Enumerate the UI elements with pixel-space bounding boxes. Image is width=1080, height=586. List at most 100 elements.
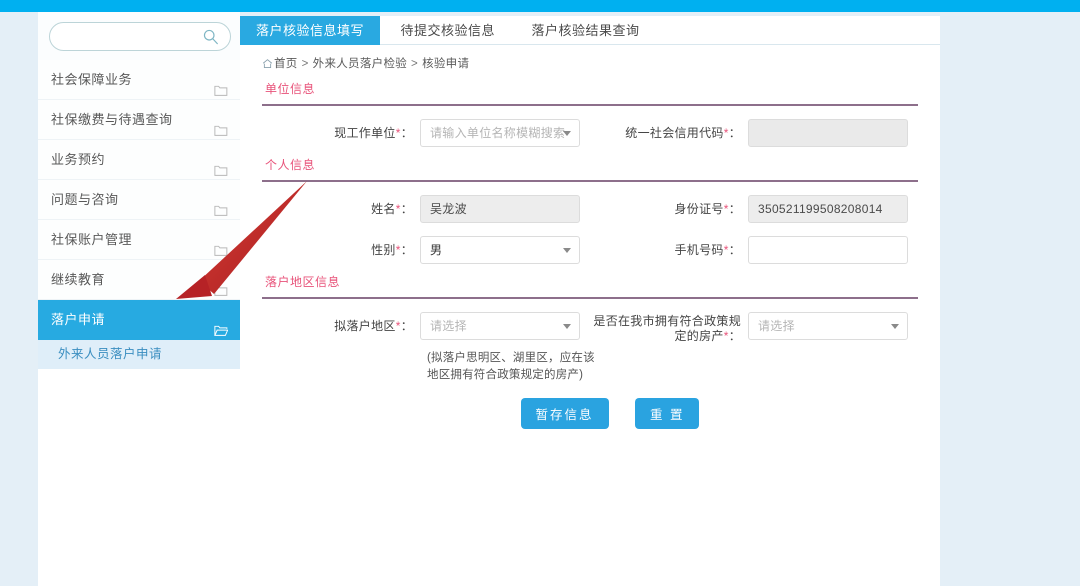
form-field-current-employer: 现工作单位*： 请输入单位名称模糊搜索 — [262, 119, 590, 147]
sidebar-item-continuing-education[interactable]: 继续教育 — [38, 260, 240, 300]
form-field-unified-social-credit-code: 统一社会信用代码*： — [590, 119, 918, 147]
folder-icon — [214, 153, 228, 176]
sidebar-inner: 社会保障业务 社保缴费与待遇查询 业务预约 问题与咨询 社保账户管理 继续教育 … — [38, 12, 240, 586]
sidebar-search-area — [38, 12, 240, 60]
reset-button[interactable]: 重 置 — [634, 398, 700, 429]
sidebar-item-payment-benefits-query[interactable]: 社保缴费与待遇查询 — [38, 100, 240, 140]
field-label-text: 现工作单位 — [334, 126, 396, 140]
field-label-text: 姓名 — [371, 202, 396, 216]
field-label: 身份证号*： — [590, 195, 748, 223]
form-row: 拟落户地区*： 请选择 是否在我市拥有符合政策规定的房产*： 请选择 — [262, 312, 918, 344]
owns-qualifying-property-value: 请选择 — [758, 319, 795, 333]
owns-qualifying-property-select[interactable]: 请选择 — [748, 312, 908, 340]
id-number-input: 350521199508208014 — [748, 195, 908, 223]
tab-label: 落户核验信息填写 — [256, 23, 365, 38]
form-region-info: 拟落户地区*： 请选择 是否在我市拥有符合政策规定的房产*： 请选择 (拟落户思… — [240, 312, 940, 429]
section-divider — [262, 297, 918, 299]
sidebar-subitem-foreign-settlement-application[interactable]: 外来人员落户申请 — [38, 340, 240, 369]
form-field-gender: 性别*： 男 — [262, 236, 590, 264]
folder-icon — [214, 73, 228, 96]
chevron-down-icon — [891, 324, 899, 329]
sidebar-item-label: 社会保障业务 — [51, 72, 133, 87]
field-label-text: 性别 — [371, 243, 396, 257]
chevron-down-icon — [563, 131, 571, 136]
label-colon: ： — [400, 319, 413, 333]
id-number-value: 350521199508208014 — [758, 202, 883, 216]
section-title-region-info: 落户地区信息 — [265, 275, 341, 289]
folder-open-icon — [214, 313, 229, 336]
form-row: 姓名*： 吴龙波 身份证号*： 350521199508208014 — [262, 195, 918, 223]
label-colon: ： — [728, 202, 741, 216]
field-label: 性别*： — [262, 236, 420, 264]
tab-label: 落户核验结果查询 — [531, 23, 640, 38]
sidebar-item-account-management[interactable]: 社保账户管理 — [38, 220, 240, 260]
breadcrumb-item-foreign-settlement-verification[interactable]: 外来人员落户检验 — [313, 58, 407, 70]
intended-region-value: 请选择 — [430, 319, 467, 333]
sidebar-subitem-label: 外来人员落户申请 — [58, 347, 163, 361]
gender-select[interactable]: 男 — [420, 236, 580, 264]
form-company-info: 现工作单位*： 请输入单位名称模糊搜索 统一社会信用代码*： — [240, 119, 940, 147]
label-colon: ： — [728, 243, 741, 257]
tab-bar: 落户核验信息填写 待提交核验信息 落户核验结果查询 — [240, 16, 940, 45]
field-label-text: 手机号码 — [674, 243, 724, 257]
label-colon: ： — [728, 126, 741, 140]
field-label-text: 是否在我市拥有符合政策规定的房产 — [593, 314, 741, 343]
field-label: 手机号码*： — [590, 236, 748, 264]
folder-icon — [214, 193, 228, 216]
tab-fill-verification-info[interactable]: 落户核验信息填写 — [240, 16, 381, 45]
field-label-text: 统一社会信用代码 — [625, 126, 724, 140]
tab-pending-submission[interactable]: 待提交核验信息 — [384, 16, 511, 45]
current-employer-value: 请输入单位名称模糊搜索 — [430, 126, 566, 140]
current-employer-select[interactable]: 请输入单位名称模糊搜索 — [420, 119, 580, 147]
sidebar-item-label: 业务预约 — [51, 152, 106, 167]
sidebar-item-label: 落户申请 — [51, 312, 106, 327]
field-label: 统一社会信用代码*： — [590, 119, 748, 147]
search-input[interactable] — [63, 23, 203, 50]
name-input: 吴龙波 — [420, 195, 580, 223]
breadcrumb-separator: > — [411, 58, 419, 70]
tab-verification-result-query[interactable]: 落户核验结果查询 — [515, 16, 655, 45]
gender-value: 男 — [430, 243, 443, 257]
section-divider — [262, 104, 918, 106]
label-colon: ： — [728, 329, 741, 343]
field-label: 姓名*： — [262, 195, 420, 223]
sidebar-item-questions-consult[interactable]: 问题与咨询 — [38, 180, 240, 220]
search-icon[interactable] — [202, 28, 219, 45]
folder-icon — [214, 273, 228, 296]
form-field-mobile-number: 手机号码*： — [590, 236, 918, 264]
mobile-number-input[interactable] — [748, 236, 908, 264]
form-personal-info: 姓名*： 吴龙波 身份证号*： 350521199508208014 性别*： — [240, 195, 940, 264]
sidebar: 社会保障业务 社保缴费与待遇查询 业务预约 问题与咨询 社保账户管理 继续教育 … — [38, 12, 240, 586]
sidebar-item-appointment[interactable]: 业务预约 — [38, 140, 240, 180]
field-label: 现工作单位*： — [262, 119, 420, 147]
sidebar-item-social-security[interactable]: 社会保障业务 — [38, 60, 240, 100]
section-divider — [262, 180, 918, 182]
label-colon: ： — [400, 202, 413, 216]
form-field-name: 姓名*： 吴龙波 — [262, 195, 590, 223]
breadcrumb-item-verification-application[interactable]: 核验申请 — [422, 58, 469, 70]
form-field-intended-region: 拟落户地区*： 请选择 — [262, 312, 590, 340]
form-field-owns-qualifying-property: 是否在我市拥有符合政策规定的房产*： 请选择 — [590, 312, 918, 344]
label-colon: ： — [400, 243, 413, 257]
intended-region-select[interactable]: 请选择 — [420, 312, 580, 340]
name-value: 吴龙波 — [430, 202, 467, 216]
tab-label: 待提交核验信息 — [400, 23, 495, 38]
sidebar-item-settlement-application[interactable]: 落户申请 — [38, 300, 240, 340]
folder-icon — [214, 113, 228, 136]
intended-region-hint: (拟落户思明区、湖里区，应在该地区拥有符合政策规定的房产) — [427, 352, 595, 381]
field-label-text: 身份证号 — [674, 202, 724, 216]
main-content-panel: 落户核验信息填写 待提交核验信息 落户核验结果查询 首页 > 外来人员落户检验 > 核验… — [240, 16, 940, 586]
section-title-personal-info: 个人信息 — [265, 158, 316, 172]
top-blue-band — [0, 0, 1080, 12]
field-label-text: 拟落户地区 — [334, 319, 396, 333]
folder-icon — [214, 233, 228, 256]
save-draft-button[interactable]: 暂存信息 — [520, 398, 609, 429]
chevron-down-icon — [563, 248, 571, 253]
label-colon: ： — [400, 126, 413, 140]
field-label: 拟落户地区*： — [262, 312, 420, 340]
form-row: 现工作单位*： 请输入单位名称模糊搜索 统一社会信用代码*： — [262, 119, 918, 147]
breadcrumb: 首页 > 外来人员落户检验 > 核验申请 — [240, 45, 940, 71]
breadcrumb-separator: > — [301, 58, 309, 70]
breadcrumb-item-home[interactable]: 首页 — [274, 58, 298, 70]
search-box[interactable] — [49, 22, 231, 51]
